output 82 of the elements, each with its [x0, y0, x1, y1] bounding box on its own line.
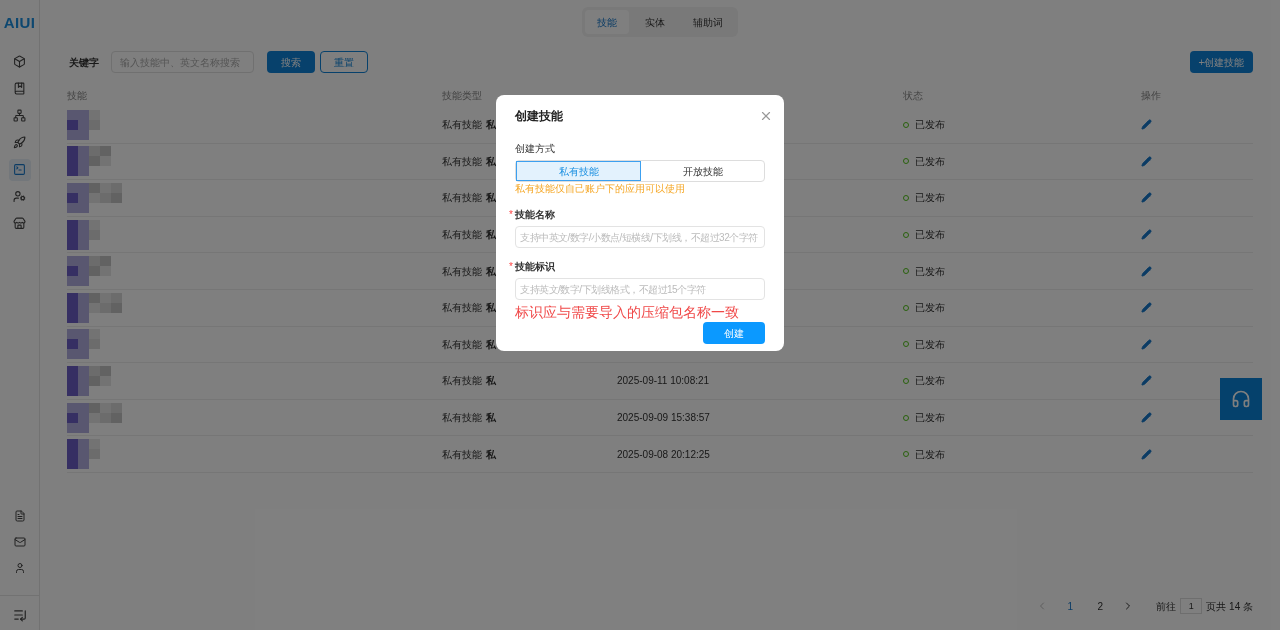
type-tag: 私 [486, 117, 496, 133]
tab[interactable]: 技能 [585, 10, 629, 34]
type-tag: 私 [486, 263, 496, 279]
edit-icon[interactable] [1141, 229, 1152, 241]
collapse-menu-icon[interactable] [12, 608, 27, 622]
tab[interactable]: 辅助词 [681, 10, 735, 34]
blurred-name [67, 183, 122, 213]
terminal-icon[interactable] [8, 158, 31, 181]
type-tag: 私 [486, 190, 496, 206]
update-time: 2025-09-08 20:12:25 [617, 448, 710, 460]
status-text: 已发布 [915, 337, 945, 352]
skill-type: 私有技能 [442, 264, 482, 279]
update-time: 2025-09-11 10:08:21 [617, 375, 710, 387]
page-number[interactable]: 1 [1062, 598, 1079, 614]
status-text: 已发布 [915, 411, 945, 426]
blurred-name [67, 109, 100, 140]
close-icon[interactable] [759, 109, 773, 123]
blurred-name [67, 329, 100, 360]
required-mark: * [509, 208, 513, 222]
status-text: 已发布 [915, 191, 945, 206]
type-tag: 私 [486, 300, 496, 316]
page-number[interactable]: 2 [1092, 598, 1109, 614]
edit-icon[interactable] [1141, 412, 1152, 424]
edit-icon[interactable] [1141, 119, 1152, 131]
blurred-name [67, 402, 122, 433]
method-hint: 私有技能仅自己账户下的应用可以使用 [515, 183, 686, 195]
type-tag: 私 [486, 410, 496, 426]
goto-label: 前往 [1156, 599, 1177, 614]
status-text: 已发布 [915, 228, 945, 243]
search-button[interactable]: 搜索 [267, 51, 315, 73]
skill-type: 私有技能 [442, 191, 482, 206]
required-mark: * [509, 260, 513, 274]
type-tag: 私 [486, 227, 496, 243]
blurred-name [67, 292, 122, 323]
logo[interactable]: AIUI [3, 12, 36, 35]
annotation-text: 标识应与需要导入的压缩包名称一致 [515, 303, 740, 322]
blurred-name [67, 219, 100, 250]
edit-icon[interactable] [1141, 302, 1152, 314]
type-tag: 私 [486, 446, 496, 462]
status-text: 已发布 [915, 301, 945, 316]
skill-type: 私有技能 [442, 411, 482, 426]
method-option[interactable]: 开放技能 [641, 161, 764, 181]
total-count: 页共 14 条 [1206, 599, 1253, 614]
blurred-name [67, 365, 111, 396]
method-option[interactable]: 私有技能 [516, 161, 641, 181]
keyword-label: 关键字 [69, 55, 99, 70]
status-text: 已发布 [915, 118, 945, 133]
skill-type: 私有技能 [442, 337, 482, 352]
status-text: 已发布 [915, 447, 945, 462]
status-text: 已发布 [915, 264, 945, 279]
blurred-name [67, 439, 100, 470]
type-tag: 私 [486, 153, 496, 169]
headset-icon [1231, 389, 1251, 409]
reset-button[interactable]: 重置 [320, 51, 368, 73]
field-label: 技能名称 [514, 208, 555, 222]
skill-type: 私有技能 [442, 118, 482, 133]
blurred-name [67, 146, 111, 177]
skill-type: 私有技能 [442, 301, 482, 316]
type-tag: 私 [486, 373, 496, 389]
blurred-name [67, 256, 111, 287]
update-time: 2025-09-09 15:38:57 [617, 412, 710, 424]
type-tag: 私 [486, 336, 496, 352]
edit-icon[interactable] [1141, 375, 1152, 387]
status-text: 已发布 [915, 374, 945, 389]
page-field[interactable]: 1 [1180, 598, 1203, 614]
edit-icon[interactable] [1141, 192, 1152, 204]
status-text: 已发布 [915, 154, 945, 169]
edit-icon[interactable] [1141, 448, 1152, 460]
edit-icon[interactable] [1141, 155, 1152, 167]
skill-type: 私有技能 [442, 374, 482, 389]
method-label: 创建方式 [515, 142, 556, 156]
skill-type: 私有技能 [442, 154, 482, 169]
tab[interactable]: 实体 [633, 10, 677, 34]
edit-icon[interactable] [1141, 265, 1152, 277]
skill-type: 私有技能 [442, 228, 482, 243]
edit-icon[interactable] [1141, 338, 1152, 350]
support-button[interactable] [1220, 378, 1262, 420]
skill-type: 私有技能 [442, 447, 482, 462]
dialog-title: 创建技能 [515, 108, 563, 125]
field-label: 技能标识 [514, 260, 555, 274]
create-skill-button[interactable]: +创建技能 [1190, 51, 1253, 73]
create-button[interactable]: 创建 [703, 322, 765, 344]
